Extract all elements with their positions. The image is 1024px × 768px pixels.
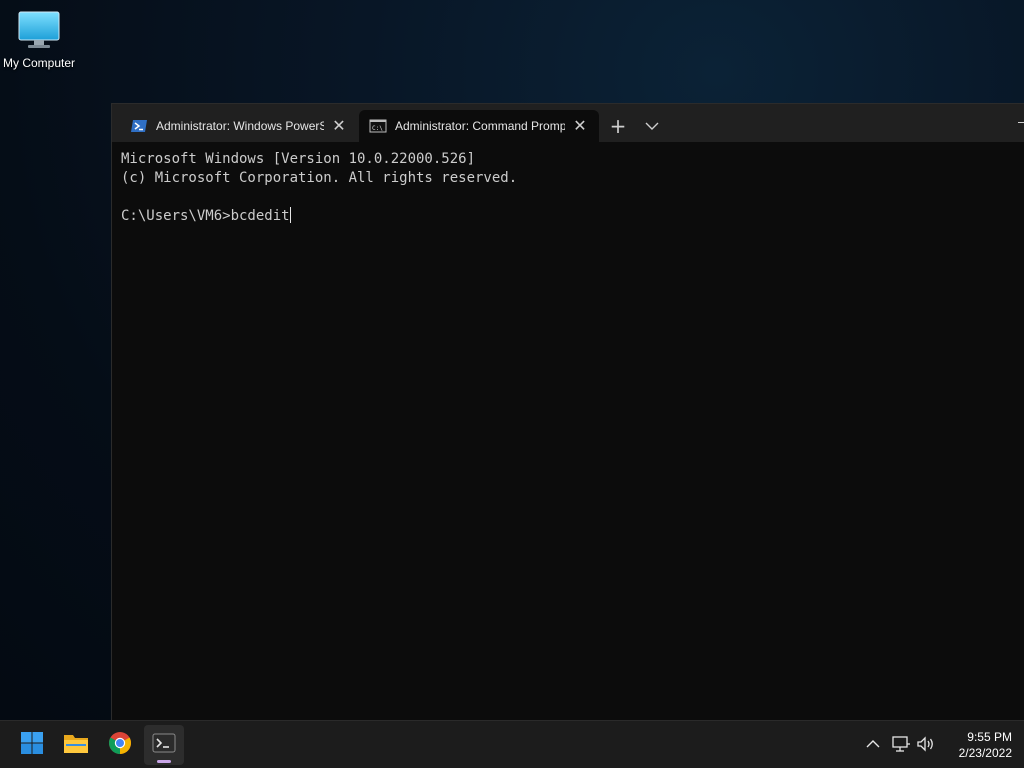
- desktop-icon-my-computer[interactable]: My Computer: [0, 8, 78, 78]
- text-cursor: [289, 207, 291, 223]
- volume-icon[interactable]: [915, 733, 937, 755]
- cmd-icon: C:\: [369, 119, 387, 133]
- terminal-window[interactable]: Administrator: Windows PowerShell ✕ C:\ …: [111, 103, 1024, 720]
- new-tab-button[interactable]: +: [605, 113, 631, 139]
- chevron-up-icon[interactable]: [862, 733, 884, 755]
- desktop: My Computer Administrator: Windows Power…: [0, 0, 1024, 720]
- desktop-icon-label: My Computer: [2, 56, 76, 70]
- terminal-icon: [152, 733, 176, 757]
- close-tab-icon[interactable]: ✕: [330, 117, 348, 135]
- powershell-icon: [130, 119, 148, 133]
- clock-time: 9:55 PM: [967, 730, 1012, 744]
- network-icon[interactable]: [890, 733, 912, 755]
- minimize-button[interactable]: [1018, 122, 1024, 123]
- start-button[interactable]: [12, 725, 52, 765]
- chevron-down-icon[interactable]: [639, 113, 665, 139]
- monitor-icon: [17, 8, 61, 52]
- console-line: (c) Microsoft Corporation. All rights re…: [121, 170, 518, 186]
- console-line: Microsoft Windows [Version 10.0.22000.52…: [121, 151, 476, 167]
- console-input[interactable]: bcdedit: [231, 208, 290, 224]
- tab-title: Administrator: Command Prompt: [395, 119, 565, 133]
- file-explorer-button[interactable]: [56, 725, 96, 765]
- clock-date: 2/23/2022: [958, 746, 1012, 760]
- chrome-button[interactable]: [100, 725, 140, 765]
- terminal-taskbar-button[interactable]: [144, 725, 184, 765]
- svg-text:C:\: C:\: [372, 125, 383, 132]
- close-tab-icon[interactable]: ✕: [571, 117, 589, 135]
- console-output[interactable]: Microsoft Windows [Version 10.0.22000.52…: [112, 142, 1024, 226]
- windows-start-icon: [20, 731, 44, 759]
- active-indicator: [157, 760, 171, 763]
- taskbar: 9:55 PM 2/23/2022: [0, 720, 1024, 768]
- tab-bar: Administrator: Windows PowerShell ✕ C:\ …: [112, 104, 1024, 142]
- tab-title: Administrator: Windows PowerShell: [156, 119, 324, 133]
- chrome-icon: [108, 731, 132, 759]
- tab-powershell[interactable]: Administrator: Windows PowerShell ✕: [120, 110, 358, 142]
- system-clock[interactable]: 9:55 PM 2/23/2022: [940, 729, 1012, 761]
- tab-command-prompt[interactable]: C:\ Administrator: Command Prompt ✕: [359, 110, 599, 142]
- console-prompt: C:\Users\VM6>: [121, 208, 231, 224]
- file-explorer-icon: [63, 732, 89, 758]
